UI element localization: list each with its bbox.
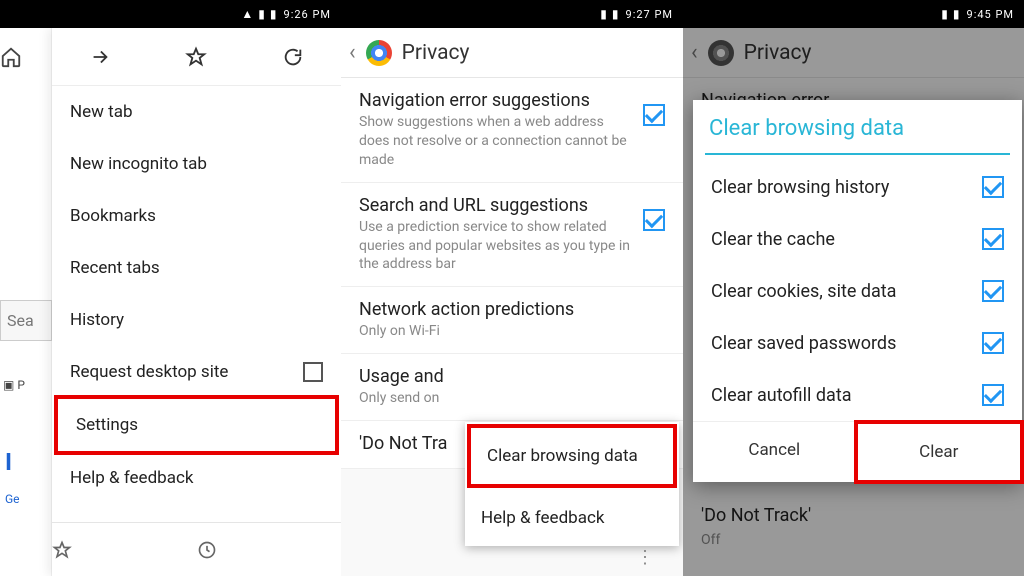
menu-new-tab[interactable]: New tab — [52, 86, 341, 138]
signal-icon: ▮ — [258, 7, 266, 21]
opt-autofill[interactable]: Clear autofill data — [693, 369, 1022, 421]
back-icon[interactable]: ‹ — [349, 40, 356, 65]
dialog-divider — [705, 153, 1010, 155]
pref-title: Network action predictions — [359, 299, 655, 320]
menu-settings[interactable]: Settings — [54, 395, 339, 455]
opt-cache[interactable]: Clear the cache — [693, 213, 1022, 265]
get-stub: Ge — [5, 492, 20, 506]
checkbox-checked-icon[interactable] — [643, 104, 665, 126]
opt-label: Clear autofill data — [711, 385, 852, 406]
menu-bookmarks[interactable]: Bookmarks — [52, 190, 341, 242]
battery-icon: ▮ — [270, 7, 278, 21]
pref-sub: Show suggestions when a web address does… — [359, 113, 633, 170]
pref-title: Navigation error suggestions — [359, 90, 633, 111]
menu-top-row — [52, 28, 341, 86]
tab-stub: ▣ P — [3, 378, 51, 392]
wifi-icon: ▲ — [241, 7, 254, 21]
popup-clear-browsing[interactable]: Clear browsing data — [467, 424, 677, 488]
history-icon[interactable] — [197, 540, 342, 560]
back-icon: ‹ — [691, 40, 698, 65]
overflow-dots-icon[interactable]: ⋮ — [636, 547, 653, 568]
popup-help[interactable]: Help & feedback — [465, 490, 679, 546]
status-bar: ▮ ▮ 9:45 PM — [683, 0, 1024, 28]
opt-cookies[interactable]: Clear cookies, site data — [693, 265, 1022, 317]
bg-off: Off — [701, 532, 720, 548]
menu-history[interactable]: History — [52, 294, 341, 346]
battery-icon: ▮ — [953, 7, 961, 21]
panel1-body: Sea ▣ P I Ge New tab New incognito tab B… — [0, 28, 341, 576]
pref-sub: Use a prediction service to show related… — [359, 218, 633, 275]
pref-title: Search and URL suggestions — [359, 195, 633, 216]
blue-letter: I — [5, 448, 12, 476]
status-bar: ▮ ▮ 9:27 PM — [341, 0, 683, 28]
forward-icon[interactable] — [52, 46, 148, 68]
panel-chrome-menu: ▲ ▮ ▮ 9:26 PM Sea ▣ P I Ge — [0, 0, 341, 576]
checkbox-icon[interactable] — [303, 362, 323, 382]
menu-recent-tabs[interactable]: Recent tabs — [52, 242, 341, 294]
menu-request-desktop[interactable]: Request desktop site — [52, 346, 341, 398]
dialog-title: Clear browsing data — [693, 100, 1022, 153]
pref-title: Usage and — [359, 366, 655, 387]
panel-privacy-settings: ▮ ▮ 9:27 PM ‹ Privacy Navigation error s… — [341, 0, 683, 576]
checkbox-checked-icon[interactable] — [982, 384, 1004, 406]
privacy-header: ‹ Privacy — [341, 28, 683, 78]
opt-label: Clear the cache — [711, 229, 835, 250]
pref-search-url[interactable]: Search and URL suggestions Use a predict… — [341, 183, 683, 288]
status-time: 9:26 PM — [284, 8, 331, 21]
clear-button[interactable]: Clear — [854, 420, 1024, 484]
opt-label: Clear saved passwords — [711, 333, 896, 354]
checkbox-checked-icon[interactable] — [982, 280, 1004, 302]
bg-dnt: 'Do Not Track' — [701, 505, 811, 526]
pref-sub: Only on Wi-Fi — [359, 322, 655, 341]
checkbox-checked-icon[interactable] — [982, 228, 1004, 250]
pref-usage[interactable]: Usage and Only send on — [341, 354, 683, 421]
dialog-buttons: Cancel Clear — [693, 421, 1022, 482]
panel-clear-dialog: ▮ ▮ 9:45 PM ‹ Privacy Navigation error '… — [683, 0, 1024, 576]
signal-icon: ▮ — [600, 7, 608, 21]
clear-data-dialog: Clear browsing data Clear browsing histo… — [693, 100, 1022, 482]
checkbox-checked-icon[interactable] — [643, 209, 665, 231]
status-time: 9:27 PM — [626, 8, 673, 21]
options-popup: Clear browsing data Help & feedback — [465, 422, 679, 546]
cancel-button[interactable]: Cancel — [693, 422, 856, 482]
pref-network-predict[interactable]: Network action predictions Only on Wi-Fi — [341, 287, 683, 354]
privacy-header: ‹ Privacy — [683, 28, 1024, 78]
menu-footer — [52, 522, 341, 576]
opt-label: Clear browsing history — [711, 177, 889, 198]
checkbox-checked-icon[interactable] — [982, 332, 1004, 354]
opt-label: Clear cookies, site data — [711, 281, 896, 302]
menu-request-desktop-label: Request desktop site — [70, 362, 228, 382]
page-title: Privacy — [402, 41, 470, 65]
menu-help[interactable]: Help & feedback — [52, 452, 341, 504]
checkbox-checked-icon[interactable] — [982, 176, 1004, 198]
page-title: Privacy — [744, 41, 812, 65]
battery-icon: ▮ — [612, 7, 620, 21]
opt-passwords[interactable]: Clear saved passwords — [693, 317, 1022, 369]
home-icon[interactable] — [0, 36, 51, 78]
pref-nav-error[interactable]: Navigation error suggestions Show sugges… — [341, 78, 683, 183]
chrome-icon — [366, 40, 392, 66]
signal-icon: ▮ — [941, 7, 949, 21]
search-stub[interactable]: Sea — [0, 300, 52, 341]
chrome-icon — [708, 40, 734, 66]
status-bar: ▲ ▮ ▮ 9:26 PM — [0, 0, 341, 28]
menu-new-incognito[interactable]: New incognito tab — [52, 138, 341, 190]
reload-icon[interactable] — [245, 46, 341, 68]
overflow-menu: New tab New incognito tab Bookmarks Rece… — [52, 28, 341, 576]
pref-sub: Only send on — [359, 389, 655, 408]
opt-history[interactable]: Clear browsing history — [693, 161, 1022, 213]
star-outline-icon[interactable] — [52, 540, 197, 560]
star-icon[interactable] — [148, 46, 244, 68]
status-time: 9:45 PM — [967, 8, 1014, 21]
